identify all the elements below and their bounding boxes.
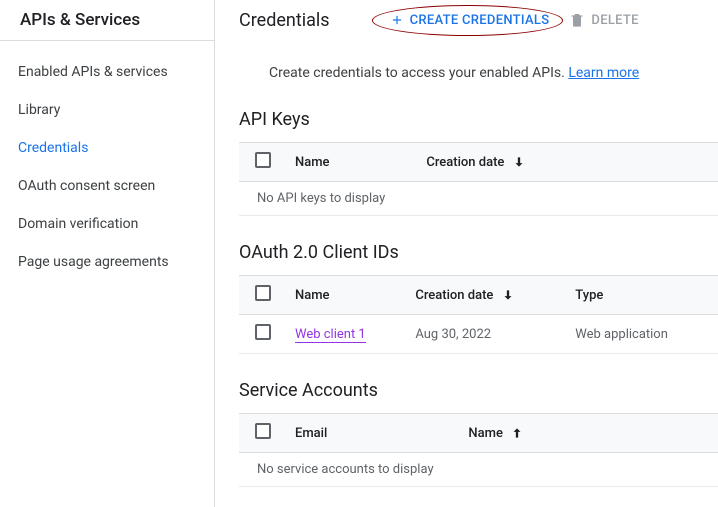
topbar: Credentials CREATE CREDENTIALS DELETE <box>239 0 718 40</box>
col-name[interactable]: Name <box>460 414 718 453</box>
trash-icon <box>569 12 585 28</box>
oauth-table: Name Creation date Type Web client 1 Aug… <box>239 275 718 354</box>
arrow-up-icon <box>510 426 524 440</box>
col-type[interactable]: Type <box>567 276 718 315</box>
oauth-title: OAuth 2.0 Client IDs <box>239 240 718 275</box>
table-row-empty: No service accounts to display <box>239 453 718 487</box>
delete-button[interactable]: DELETE <box>569 12 638 28</box>
intro-sentence: Create credentials to access your enable… <box>269 65 568 81</box>
learn-more-link[interactable]: Learn more <box>568 65 639 81</box>
oauth-type: Web application <box>567 315 718 354</box>
sidebar-item-oauth-consent[interactable]: OAuth consent screen <box>0 167 214 205</box>
table-row: Web client 1 Aug 30, 2022 Web applicatio… <box>239 315 718 354</box>
sidebar-item-domain-verification[interactable]: Domain verification <box>0 205 214 243</box>
oauth-client-link[interactable]: Web client 1 <box>295 327 366 343</box>
sidebar-item-credentials[interactable]: Credentials <box>0 129 214 167</box>
col-creation-date[interactable]: Creation date <box>407 276 567 315</box>
create-credentials-button[interactable]: CREATE CREDENTIALS <box>390 13 550 28</box>
intro-text: Create credentials to access your enable… <box>239 40 718 105</box>
empty-text: No API keys to display <box>239 182 718 216</box>
select-all-checkbox[interactable] <box>255 423 271 439</box>
sidebar-item-enabled-apis[interactable]: Enabled APIs & services <box>0 53 214 91</box>
api-keys-title: API Keys <box>239 107 718 142</box>
col-creation-date[interactable]: Creation date <box>418 143 718 182</box>
arrow-down-icon <box>501 288 515 302</box>
arrow-down-icon <box>512 155 526 169</box>
sidebar-item-library[interactable]: Library <box>0 91 214 129</box>
table-row-empty: No API keys to display <box>239 182 718 216</box>
sidebar-nav: Enabled APIs & services Library Credenti… <box>0 41 214 281</box>
create-credentials-label: CREATE CREDENTIALS <box>410 13 550 28</box>
row-checkbox[interactable] <box>255 324 271 340</box>
api-keys-table: Name Creation date No API keys to displa… <box>239 142 718 216</box>
oauth-created: Aug 30, 2022 <box>407 315 567 354</box>
empty-text: No service accounts to display <box>239 453 718 487</box>
delete-label: DELETE <box>591 13 638 28</box>
service-accounts-section: Service Accounts Email Name No service a… <box>239 376 718 507</box>
select-all-checkbox[interactable] <box>255 152 271 168</box>
page-title: Credentials <box>239 10 330 31</box>
col-email[interactable]: Email <box>287 414 460 453</box>
service-accounts-title: Service Accounts <box>239 378 718 413</box>
main-content: Credentials CREATE CREDENTIALS DELETE Cr… <box>215 0 718 507</box>
col-name[interactable]: Name <box>287 276 407 315</box>
select-all-checkbox[interactable] <box>255 285 271 301</box>
sidebar-title: APIs & Services <box>0 0 214 41</box>
oauth-section: OAuth 2.0 Client IDs Name Creation date … <box>239 238 718 376</box>
sidebar-item-page-usage[interactable]: Page usage agreements <box>0 243 214 281</box>
plus-icon <box>390 13 404 27</box>
sidebar: APIs & Services Enabled APIs & services … <box>0 0 215 507</box>
col-name[interactable]: Name <box>287 143 418 182</box>
api-keys-section: API Keys Name Creation date No API keys … <box>239 105 718 238</box>
service-accounts-table: Email Name No service accounts to displa… <box>239 413 718 487</box>
